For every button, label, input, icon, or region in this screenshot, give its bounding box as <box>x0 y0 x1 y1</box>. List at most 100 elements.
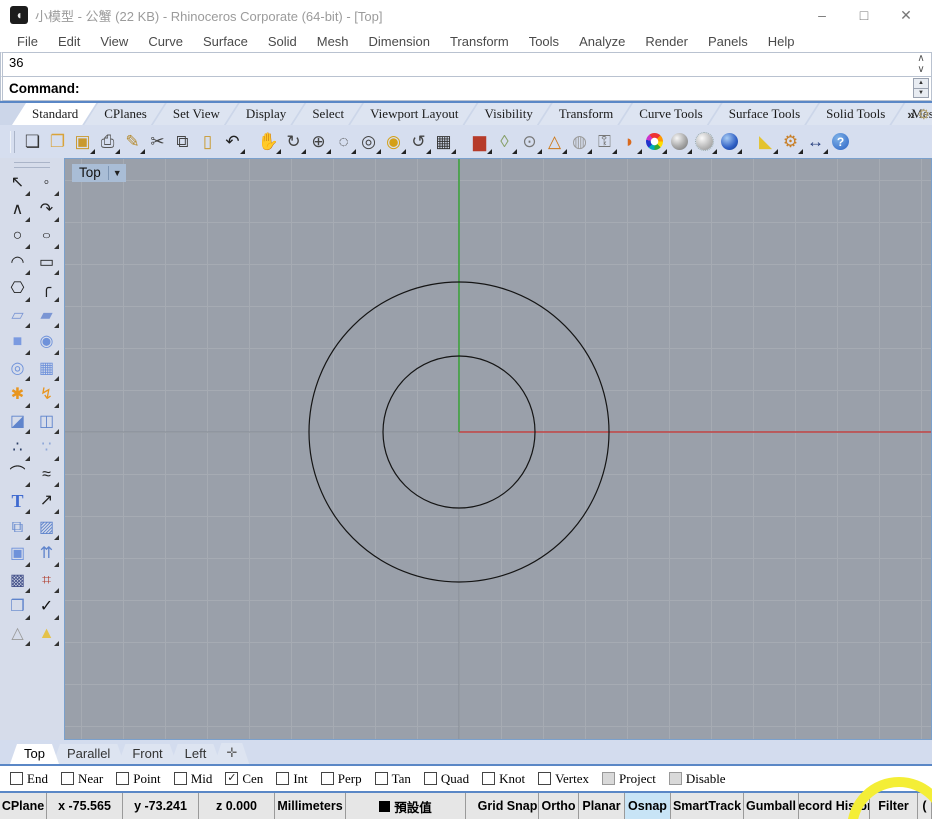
zoom-window-icon[interactable]: ◌ <box>331 129 356 155</box>
hatch-icon[interactable]: ▨ <box>32 515 61 542</box>
shaded-sphere-icon[interactable] <box>667 129 692 155</box>
checkbox[interactable] <box>60 772 74 785</box>
osnap-knot[interactable]: Knot <box>482 771 525 787</box>
solid-box-icon[interactable]: ■ <box>3 329 32 356</box>
copy-icon[interactable]: ⧉ <box>170 129 195 155</box>
checkbox[interactable] <box>225 772 239 785</box>
array-grid-icon[interactable]: ▩ <box>3 568 32 595</box>
menu-render[interactable]: Render <box>636 32 697 51</box>
checkbox[interactable] <box>668 772 682 785</box>
zoom-selected-icon[interactable]: ◎ <box>356 129 381 155</box>
construction-circle-icon[interactable]: ⊙ <box>517 129 542 155</box>
lock-icon[interactable]: ⚿ <box>592 129 617 155</box>
tab-solid-tools[interactable]: Solid Tools <box>806 103 903 125</box>
status-partial[interactable]: ( <box>918 793 932 819</box>
surface-curved-icon[interactable]: ▰ <box>32 303 61 330</box>
render-sphere-icon[interactable] <box>717 129 742 155</box>
undo-view-icon[interactable]: ↺ <box>406 129 431 155</box>
command-spinner[interactable]: ▲ ▼ <box>913 78 929 98</box>
status-layer[interactable]: 預設值 <box>346 793 466 819</box>
vtab-left[interactable]: Left <box>171 744 221 764</box>
status-smarttrack[interactable]: SmartTrack <box>671 793 744 819</box>
help-icon[interactable]: ? <box>828 129 853 155</box>
menu-file[interactable]: File <box>8 32 47 51</box>
tab-transform[interactable]: Transform <box>539 103 631 125</box>
boolean-difference-icon[interactable]: ∴ <box>3 435 32 462</box>
zoom-dynamic-icon[interactable]: ⊕ <box>306 129 331 155</box>
checkbox[interactable] <box>538 772 552 785</box>
osnap-near[interactable]: Near <box>60 771 103 787</box>
osnap-cen[interactable]: Cen <box>225 771 263 787</box>
vtab-front[interactable]: Front <box>118 744 176 764</box>
tab-curve-tools[interactable]: Curve Tools <box>619 103 721 125</box>
status-record-history[interactable]: Record History <box>799 793 870 819</box>
command-history[interactable]: 36 ∧ ∨ <box>0 52 932 77</box>
paste-icon[interactable]: ▯ <box>195 129 220 155</box>
render-colorwheel-icon[interactable] <box>642 129 667 155</box>
status-x[interactable]: x -75.565 <box>47 793 123 819</box>
osnap-mid[interactable]: Mid <box>173 771 212 787</box>
tab-standard[interactable]: Standard <box>12 103 96 125</box>
raytrace-icon[interactable]: ◣ <box>753 129 778 155</box>
checkbox[interactable] <box>320 772 334 785</box>
menu-transform[interactable]: Transform <box>441 32 518 51</box>
open-file-icon[interactable]: ❐ <box>45 129 70 155</box>
polygon-icon[interactable]: ⎔ <box>3 276 32 303</box>
vtab-new[interactable]: ✛ <box>214 743 249 764</box>
menu-panels[interactable]: Panels <box>699 32 757 51</box>
shaded-mode-icon[interactable]: ◗ <box>617 129 642 155</box>
checkbox[interactable] <box>602 772 616 785</box>
menu-dimension[interactable]: Dimension <box>360 32 439 51</box>
vtab-parallel[interactable]: Parallel <box>53 744 124 764</box>
checkbox[interactable] <box>116 772 130 785</box>
menu-tools[interactable]: Tools <box>520 32 568 51</box>
control-point-curve-icon[interactable]: ∧ <box>3 197 32 224</box>
tab-overflow-chevron-icon[interactable]: » <box>907 107 914 122</box>
status-gumball[interactable]: Gumball <box>744 793 799 819</box>
pyramid-icon[interactable]: ▲ <box>32 621 61 648</box>
menu-curve[interactable]: Curve <box>139 32 192 51</box>
menu-edit[interactable]: Edit <box>49 32 89 51</box>
scale-icon[interactable]: ↗ <box>32 488 61 515</box>
named-views-icon[interactable]: ▆ <box>467 129 492 155</box>
checkbox[interactable] <box>374 772 388 785</box>
boolean-intersect-icon[interactable]: ∵ <box>32 435 61 462</box>
osnap-end[interactable]: End <box>10 771 48 787</box>
cut-icon[interactable]: ✂ <box>145 129 170 155</box>
osnap-int[interactable]: Int <box>276 771 308 787</box>
print-icon[interactable]: ⎙ <box>95 129 120 155</box>
status-y[interactable]: y -73.241 <box>123 793 199 819</box>
viewport-title[interactable]: Top ▼ <box>72 164 126 182</box>
viewport-menu-caret-icon[interactable]: ▼ <box>113 168 122 178</box>
curve-handles-icon[interactable]: ↷ <box>32 197 61 224</box>
status-filter[interactable]: Filter <box>870 793 918 819</box>
page-setup-icon[interactable]: ✎ <box>120 129 145 155</box>
maximize-button[interactable]: □ <box>856 7 872 24</box>
align-center-icon[interactable]: ⌗ <box>32 568 61 595</box>
point-icon[interactable]: ◦ <box>32 170 61 197</box>
lights-icon[interactable]: ◍ <box>567 129 592 155</box>
menu-help[interactable]: Help <box>759 32 804 51</box>
solid-primitives-icon[interactable]: △ <box>3 621 32 648</box>
checkbox[interactable] <box>423 772 437 785</box>
text-object-icon[interactable]: T <box>3 488 32 515</box>
tab-select[interactable]: Select <box>292 103 362 125</box>
tab-display[interactable]: Display <box>226 103 304 125</box>
fillet-curve-icon[interactable]: ⌒ <box>3 462 32 489</box>
checkbox[interactable] <box>482 772 496 785</box>
osnap-project[interactable]: Project <box>602 771 656 787</box>
spin-down-icon[interactable]: ▼ <box>914 89 928 98</box>
rotate-view-icon[interactable]: ↻ <box>281 129 306 155</box>
zoom-target-icon[interactable]: ◉ <box>381 129 406 155</box>
command-input[interactable]: Command: ▲ ▼ <box>0 77 932 101</box>
status-planar[interactable]: Planar <box>579 793 625 819</box>
select-pointer-icon[interactable]: ↖ <box>3 170 32 197</box>
osnap-quad[interactable]: Quad <box>423 771 469 787</box>
checkbox[interactable] <box>10 772 23 785</box>
spin-up-icon[interactable]: ▲ <box>914 79 928 89</box>
vtab-top[interactable]: Top <box>10 744 59 764</box>
save-file-icon[interactable]: ▣ <box>70 129 95 155</box>
extrude-solid-icon[interactable]: ▣ <box>3 541 32 568</box>
surface-plane-icon[interactable]: ▱ <box>3 303 32 330</box>
osnap-disable[interactable]: Disable <box>668 771 726 787</box>
